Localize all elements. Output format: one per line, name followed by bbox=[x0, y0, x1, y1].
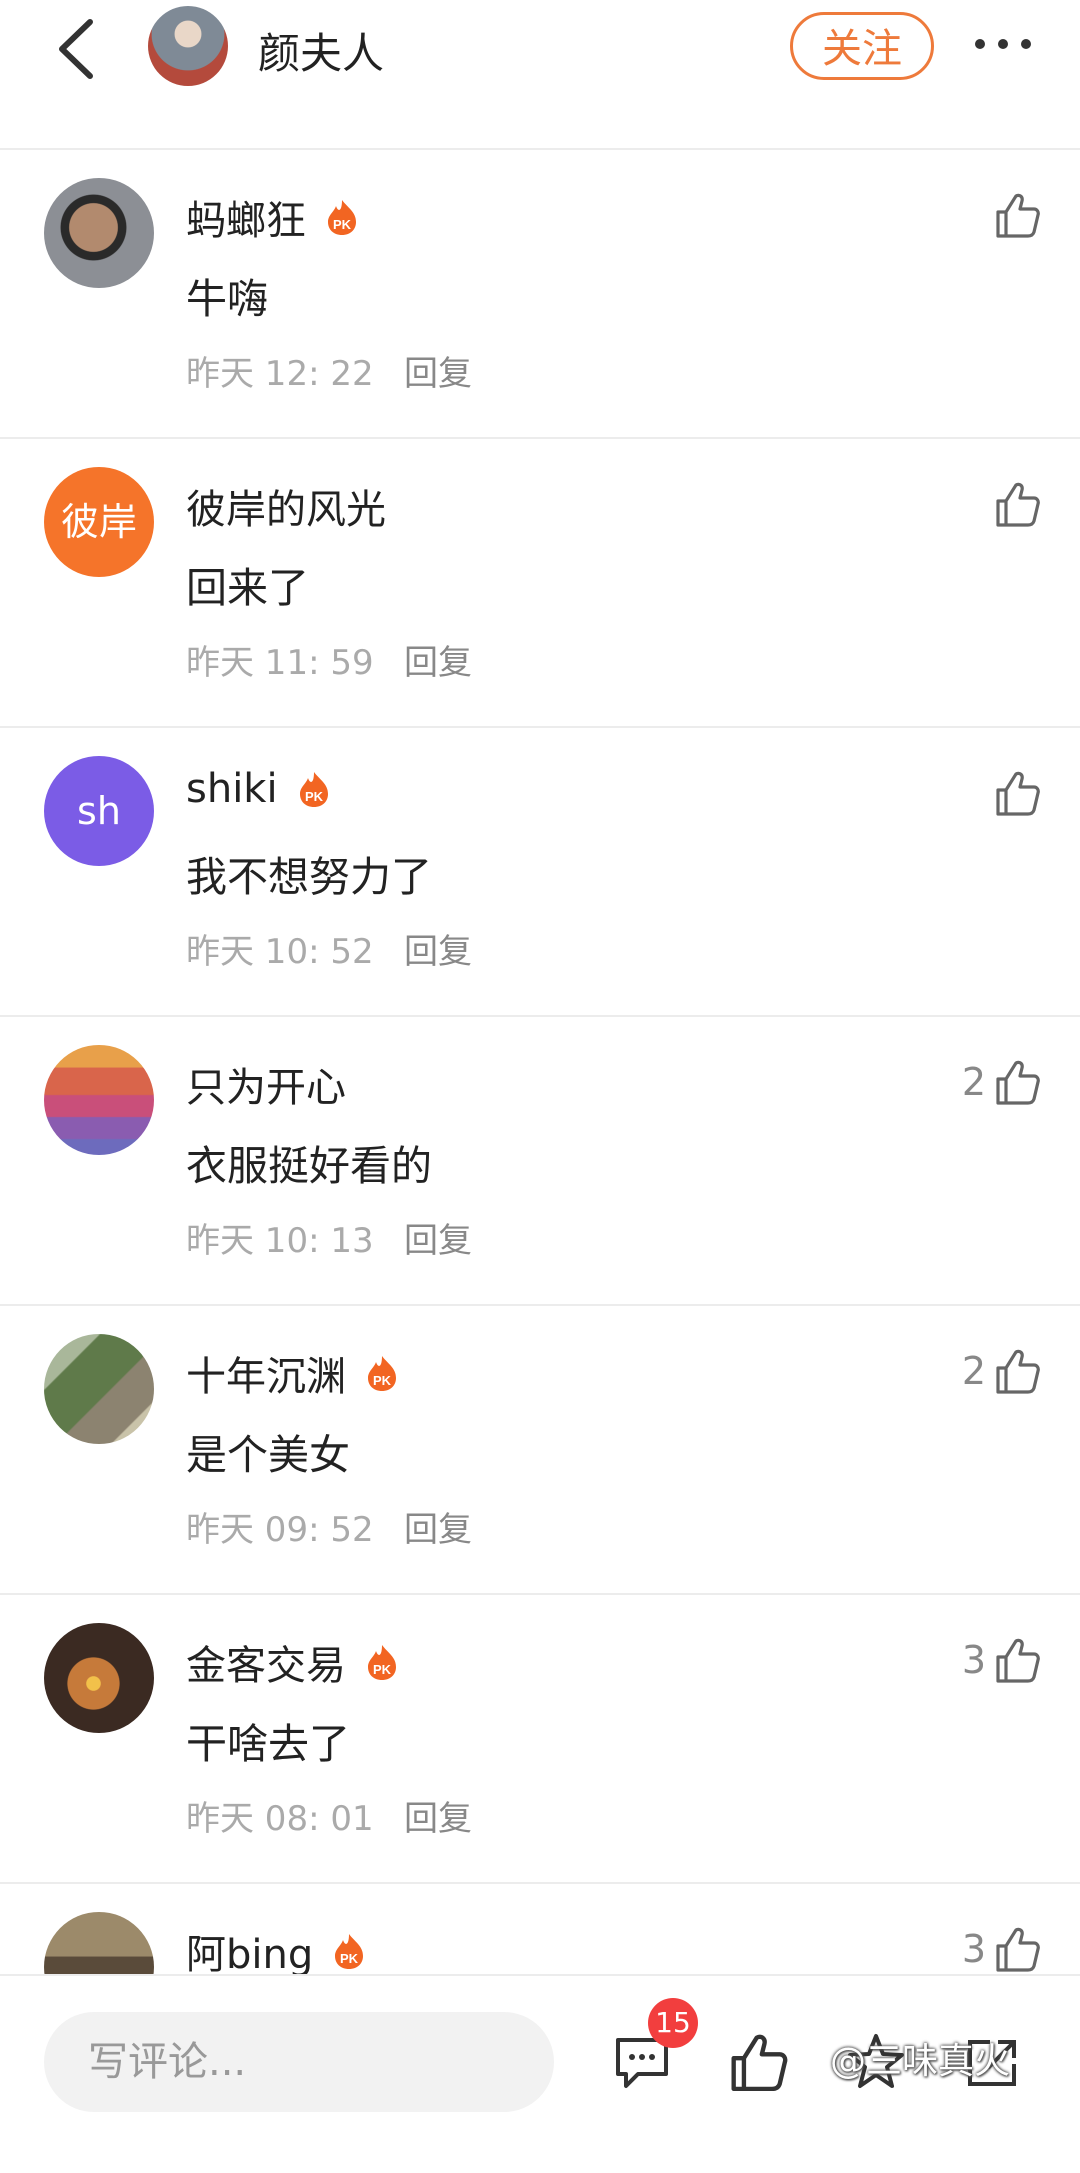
like-count: 2 bbox=[961, 1060, 986, 1104]
reply-button[interactable]: 回复 bbox=[404, 346, 472, 395]
svg-text:PK: PK bbox=[333, 217, 352, 232]
thumbs-up-icon[interactable] bbox=[726, 2030, 790, 2094]
reply-button[interactable]: 回复 bbox=[404, 635, 472, 684]
follow-button[interactable]: 关注 bbox=[790, 12, 934, 80]
thumbs-up-icon bbox=[996, 1638, 1040, 1683]
reply-button[interactable]: 回复 bbox=[404, 1213, 472, 1262]
like-button[interactable] bbox=[986, 190, 1042, 240]
comment-time: 昨天 10: 52 bbox=[186, 932, 374, 972]
reply-button[interactable]: 回复 bbox=[404, 1502, 472, 1551]
comment-text: 衣服挺好看的 bbox=[186, 1142, 432, 1190]
comment-text: 回来了 bbox=[186, 564, 309, 612]
commenter-avatar[interactable] bbox=[44, 178, 154, 288]
comment-time: 昨天 08: 01 bbox=[186, 1799, 374, 1839]
comment-input[interactable]: 写评论... bbox=[44, 2012, 554, 2112]
commenter-name-text: 只为开心 bbox=[186, 1065, 346, 1111]
commenter-name[interactable]: 金客交易 PK bbox=[186, 1633, 400, 1691]
reply-button[interactable]: 回复 bbox=[404, 1791, 472, 1840]
commenter-name-text: 蚂螂狂 bbox=[186, 198, 306, 244]
commenter-avatar[interactable]: 彼岸 bbox=[44, 467, 154, 577]
like-button[interactable]: 2 bbox=[962, 1057, 1042, 1107]
comment-item: sh shiki PK 我不想努力了 昨天 10: 52 回复 bbox=[0, 728, 1080, 1017]
comment-time: 昨天 09: 52 bbox=[186, 1510, 374, 1550]
pk-flame-badge-icon: PK bbox=[368, 1356, 396, 1391]
pk-flame-badge-icon: PK bbox=[368, 1645, 396, 1680]
commenter-name-text: shiki bbox=[186, 766, 278, 812]
pk-flame-badge-icon: PK bbox=[299, 772, 328, 807]
comment-time: 昨天 11: 59 bbox=[186, 643, 374, 683]
more-options-icon[interactable] bbox=[972, 22, 1034, 66]
like-button[interactable] bbox=[986, 479, 1042, 529]
svg-text:PK: PK bbox=[340, 1951, 359, 1966]
comment-time: 昨天 12: 22 bbox=[186, 354, 374, 394]
commenter-avatar[interactable]: sh bbox=[44, 756, 154, 866]
watermark: @三味真火 bbox=[830, 2041, 1011, 2082]
like-count: 3 bbox=[961, 1638, 986, 1682]
like-button[interactable]: 3 bbox=[962, 1924, 1042, 1974]
commenter-name[interactable]: shiki PK bbox=[186, 766, 332, 812]
back-arrow-icon[interactable] bbox=[50, 14, 110, 84]
comment-item: 彼岸 彼岸的风光 回来了 昨天 11: 59 回复 bbox=[0, 439, 1080, 728]
comment-item: 蚂螂狂 PK 牛嗨 昨天 12: 22 回复 bbox=[0, 150, 1080, 439]
comment-text: 牛嗨 bbox=[186, 275, 268, 323]
like-button[interactable]: 2 bbox=[962, 1346, 1042, 1396]
thumbs-up-icon bbox=[996, 1349, 1040, 1394]
commenter-avatar[interactable] bbox=[44, 1623, 154, 1733]
svg-text:PK: PK bbox=[373, 1662, 392, 1677]
commenter-name-text: 金客交易 bbox=[186, 1643, 346, 1689]
author-name[interactable]: 颜夫人 bbox=[258, 20, 384, 81]
comment-text: 是个美女 bbox=[186, 1431, 350, 1479]
commenter-name[interactable]: 蚂螂狂 PK bbox=[186, 188, 360, 246]
like-button[interactable] bbox=[986, 768, 1042, 818]
like-count: 2 bbox=[961, 1349, 986, 1393]
pk-flame-badge-icon: PK bbox=[335, 1934, 364, 1969]
author-avatar[interactable] bbox=[148, 6, 228, 86]
thumbs-up-icon bbox=[996, 193, 1040, 238]
comment-item: 十年沉渊 PK 是个美女 昨天 09: 52 回复 2 bbox=[0, 1306, 1080, 1595]
commenter-name-text: 阿bing bbox=[186, 1932, 314, 1978]
commenter-name[interactable]: 彼岸的风光 bbox=[186, 477, 386, 535]
svg-text:PK: PK bbox=[305, 789, 324, 804]
comment-list: 蚂螂狂 PK 牛嗨 昨天 12: 22 回复 彼岸 彼岸的风光 回来了 昨天 1… bbox=[0, 150, 1080, 2173]
bottom-action-bar: 写评论... 15 @三味真火 bbox=[0, 1974, 1080, 2118]
thumbs-up-icon bbox=[996, 771, 1040, 816]
commenter-name[interactable]: 只为开心 bbox=[186, 1055, 346, 1113]
commenter-name[interactable]: 阿bing PK bbox=[186, 1922, 367, 1980]
pk-flame-badge-icon: PK bbox=[328, 200, 356, 235]
reply-button[interactable]: 回复 bbox=[404, 924, 472, 973]
commenter-avatar[interactable] bbox=[44, 1334, 154, 1444]
thumbs-up-icon bbox=[996, 482, 1040, 527]
comment-text: 干啥去了 bbox=[186, 1720, 350, 1768]
comment-item: 金客交易 PK 干啥去了 昨天 08: 01 回复 3 bbox=[0, 1595, 1080, 1884]
top-bar: 颜夫人 关注 bbox=[0, 0, 1080, 150]
commenter-name-text: 十年沉渊 bbox=[186, 1354, 346, 1400]
comment-count-badge: 15 bbox=[648, 1998, 698, 2048]
comment-time: 昨天 10: 13 bbox=[186, 1221, 374, 1261]
svg-text:PK: PK bbox=[373, 1373, 392, 1388]
thumbs-up-icon bbox=[996, 1927, 1040, 1972]
like-button[interactable]: 3 bbox=[962, 1635, 1042, 1685]
like-count: 3 bbox=[961, 1927, 986, 1971]
thumbs-up-icon bbox=[996, 1060, 1040, 1105]
commenter-name[interactable]: 十年沉渊 PK bbox=[186, 1344, 400, 1402]
comment-item: 只为开心 衣服挺好看的 昨天 10: 13 回复 2 bbox=[0, 1017, 1080, 1306]
commenter-avatar[interactable] bbox=[44, 1045, 154, 1155]
comment-text: 我不想努力了 bbox=[186, 853, 432, 901]
commenter-name-text: 彼岸的风光 bbox=[186, 487, 386, 533]
